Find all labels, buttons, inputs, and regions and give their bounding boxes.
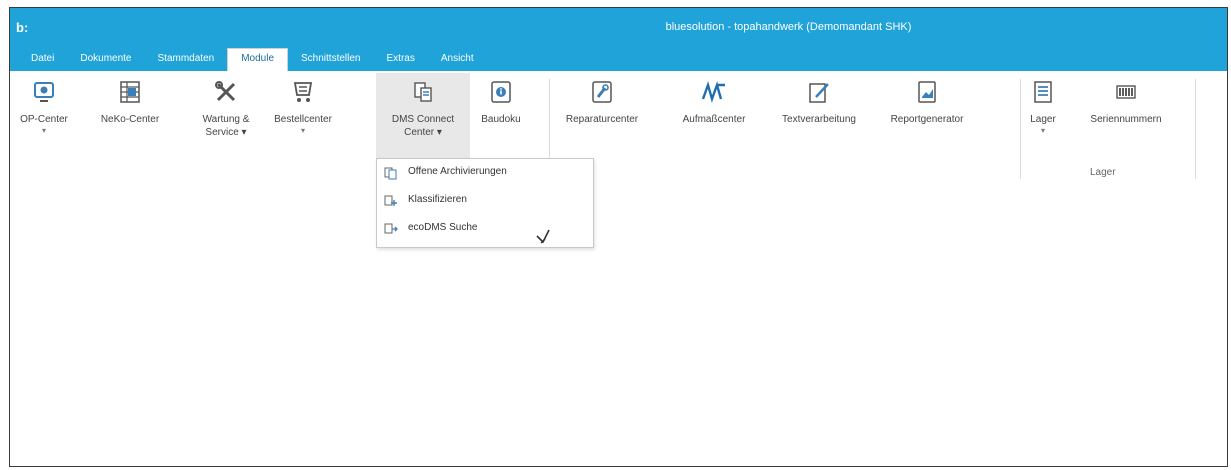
repair-icon [592, 81, 612, 103]
wrench-screwdriver-icon [215, 81, 236, 102]
aufmasscenter-label: Aufmaßcenter [682, 114, 746, 125]
neko-center-label: NeKo-Center [100, 114, 160, 125]
lager-button[interactable]: Lager ▾ [1028, 79, 1058, 135]
reportgenerator-button[interactable]: Reportgenerator [884, 79, 970, 126]
aufmass-icon [701, 81, 725, 103]
textverarbeitung-button[interactable]: Textverarbeitung [774, 79, 864, 126]
classify-icon [384, 195, 397, 206]
wartung-label-line2: Service ▾ [205, 127, 247, 138]
bestellcenter-label: Bestellcenter [274, 114, 332, 125]
window-title: bluesolution - topahandwerk (Demomandant… [665, 21, 912, 33]
op-center-button[interactable]: OP-Center ▾ [16, 79, 72, 135]
reportgenerator-label: Reportgenerator [890, 114, 964, 125]
wartung-label-line1: Wartung & [202, 114, 250, 125]
dms-connect-label-line1: DMS Connect [391, 114, 455, 125]
menu-bar: Datei Dokumente Stammdaten Module Schnit… [10, 45, 1227, 71]
cart-icon [293, 82, 313, 102]
chevron-down-icon: ▾ [300, 126, 305, 135]
dms-connect-center-button[interactable]: DMS Connect Center ▾ [376, 73, 470, 167]
tab-datei[interactable]: Datei [18, 49, 67, 71]
op-center-label: OP-Center [20, 114, 68, 125]
seriennummern-button[interactable]: Seriennummern [1076, 79, 1176, 126]
neko-center-icon [120, 81, 140, 103]
wartung-service-button[interactable]: Wartung & Service ▾ [196, 79, 256, 139]
info-doc-icon [491, 81, 511, 103]
baudoku-button[interactable]: Baudoku [480, 79, 522, 126]
textverarbeitung-label: Textverarbeitung [782, 114, 856, 125]
menu-item-klassifizieren[interactable]: Klassifizieren [377, 189, 593, 213]
menu-item-label: ecoDMS Suche [408, 222, 478, 233]
neko-center-button[interactable]: NeKo-Center [98, 79, 162, 126]
ribbon-separator [1020, 79, 1021, 179]
edit-note-icon [809, 83, 829, 103]
tab-schnittstellen[interactable]: Schnittstellen [288, 49, 373, 71]
application-window: b: bluesolution - topahandwerk (Demomand… [9, 7, 1228, 467]
archive-icon [384, 167, 397, 180]
tab-stammdaten[interactable]: Stammdaten [145, 49, 228, 71]
menu-item-label: Offene Archivierungen [408, 166, 507, 177]
reparaturcenter-button[interactable]: Reparaturcenter [559, 79, 645, 126]
reparaturcenter-label: Reparaturcenter [565, 114, 639, 125]
chevron-down-icon: ▾ [1040, 126, 1045, 135]
group-label-lager: Lager [1090, 167, 1116, 178]
lager-label: Lager [1030, 114, 1056, 125]
list-icon [1034, 81, 1052, 103]
tab-dokumente[interactable]: Dokumente [67, 49, 144, 71]
ribbon-separator [1195, 79, 1196, 179]
chevron-down-icon: ▾ [41, 126, 46, 135]
menu-item-offene-archivierungen[interactable]: Offene Archivierungen [377, 161, 593, 185]
report-icon [918, 81, 936, 103]
dms-connect-label-line2: Center ▾ [404, 127, 442, 138]
dms-connect-dropdown: Offene Archivierungen Klassifizieren eco… [376, 158, 594, 248]
bestellcenter-button[interactable]: Bestellcenter ▾ [268, 79, 338, 135]
title-bar: b: bluesolution - topahandwerk (Demomand… [10, 8, 1227, 45]
tab-extras[interactable]: Extras [374, 49, 428, 71]
op-center-icon [34, 82, 54, 102]
ecodms-search-icon [384, 223, 398, 234]
menu-item-ecodms-suche[interactable]: ecoDMS Suche [377, 217, 593, 241]
seriennummern-label: Seriennummern [1090, 114, 1162, 125]
dms-connect-icon [414, 82, 432, 102]
tab-ansicht[interactable]: Ansicht [428, 49, 487, 71]
tab-module[interactable]: Module [227, 48, 289, 71]
menu-item-label: Klassifizieren [408, 194, 467, 205]
ribbon: OP-Center ▾ NeKo-Center Wartung & Servic… [10, 71, 1227, 186]
barcode-icon [1116, 85, 1136, 99]
aufmasscenter-button[interactable]: Aufmaßcenter [674, 79, 754, 126]
mouse-cursor-icon [536, 229, 550, 244]
baudoku-label: Baudoku [481, 114, 521, 125]
